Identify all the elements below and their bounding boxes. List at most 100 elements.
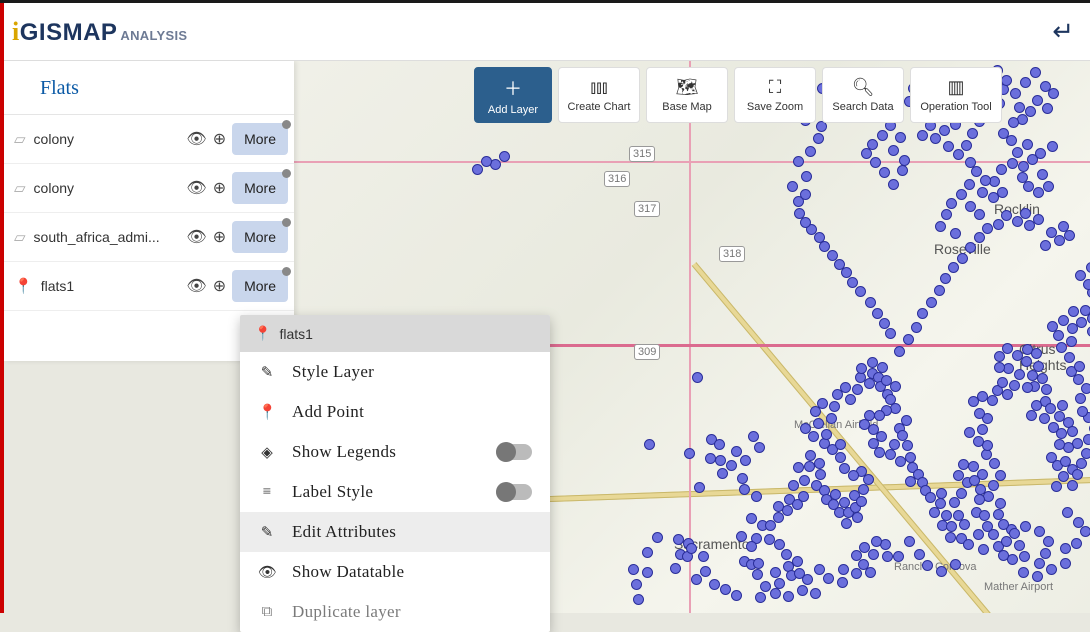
map-point[interactable]: [902, 440, 913, 451]
map-point[interactable]: [1014, 369, 1025, 380]
map-point[interactable]: [800, 423, 811, 434]
more-button[interactable]: More: [232, 270, 288, 302]
map-point[interactable]: [956, 488, 967, 499]
map-point[interactable]: [967, 128, 978, 139]
map-point[interactable]: [1067, 426, 1078, 437]
map-point[interactable]: [752, 569, 763, 580]
map-point[interactable]: [751, 491, 762, 502]
map-point[interactable]: [1086, 262, 1090, 273]
map-point[interactable]: [989, 458, 1000, 469]
map-point[interactable]: [1022, 382, 1033, 393]
map-point[interactable]: [1051, 481, 1062, 492]
map-point[interactable]: [694, 482, 705, 493]
map-point[interactable]: [1075, 393, 1086, 404]
map-point[interactable]: [1023, 181, 1034, 192]
layer-row[interactable]: ▱ colony 👁 ⊕ More: [4, 164, 294, 213]
map-point[interactable]: [774, 539, 785, 550]
map-point[interactable]: [481, 156, 492, 167]
map-point[interactable]: [865, 297, 876, 308]
map-point[interactable]: [877, 130, 888, 141]
back-icon[interactable]: ↵: [1052, 16, 1074, 47]
map-point[interactable]: [950, 228, 961, 239]
map-point[interactable]: [829, 401, 840, 412]
visibility-icon[interactable]: 👁: [186, 227, 206, 247]
map-point[interactable]: [814, 458, 825, 469]
map-point[interactable]: [1035, 148, 1046, 159]
map-point[interactable]: [1062, 507, 1073, 518]
map-point[interactable]: [1009, 380, 1020, 391]
map-point[interactable]: [1022, 139, 1033, 150]
map-point[interactable]: [841, 518, 852, 529]
map-point[interactable]: [739, 484, 750, 495]
map-point[interactable]: [692, 372, 703, 383]
more-button[interactable]: More: [232, 221, 288, 253]
map-point[interactable]: [917, 130, 928, 141]
map-point[interactable]: [801, 171, 812, 182]
map-point[interactable]: [1012, 147, 1023, 158]
map-point[interactable]: [835, 452, 846, 463]
map-point[interactable]: [964, 179, 975, 190]
map-point[interactable]: [720, 584, 731, 595]
map-point[interactable]: [1040, 240, 1051, 251]
map-point[interactable]: [1002, 389, 1013, 400]
map-point[interactable]: [1066, 336, 1077, 347]
map-point[interactable]: [934, 285, 945, 296]
base-map-button[interactable]: 🗺 Base Map: [646, 67, 728, 123]
map-point[interactable]: [871, 536, 882, 547]
more-button[interactable]: More: [232, 172, 288, 204]
map-point[interactable]: [895, 132, 906, 143]
map-point[interactable]: [1043, 181, 1054, 192]
map-point[interactable]: [930, 133, 941, 144]
map-point[interactable]: [847, 277, 858, 288]
map-point[interactable]: [1034, 526, 1045, 537]
map-point[interactable]: [897, 165, 908, 176]
map-point[interactable]: [793, 156, 804, 167]
map-point[interactable]: [815, 469, 826, 480]
map-point[interactable]: [973, 436, 984, 447]
map-point[interactable]: [709, 579, 720, 590]
map-point[interactable]: [855, 286, 866, 297]
map-point[interactable]: [974, 408, 985, 419]
map-point[interactable]: [929, 507, 940, 518]
map-point[interactable]: [1033, 187, 1044, 198]
map-point[interactable]: [1021, 356, 1032, 367]
map-point[interactable]: [748, 431, 759, 442]
map-point[interactable]: [1043, 536, 1054, 547]
layer-row[interactable]: 📍 flats1 👁 ⊕ More: [4, 262, 294, 311]
map-point[interactable]: [973, 529, 984, 540]
map-point[interactable]: [926, 297, 937, 308]
map-point[interactable]: [499, 151, 510, 162]
map-point[interactable]: [979, 510, 990, 521]
map-point[interactable]: [652, 532, 663, 543]
map-point[interactable]: [821, 429, 832, 440]
map-point[interactable]: [1001, 210, 1012, 221]
map-point[interactable]: [888, 145, 899, 156]
map-point[interactable]: [1040, 548, 1051, 559]
map-point[interactable]: [835, 439, 846, 450]
map-point[interactable]: [997, 377, 1008, 388]
map-point[interactable]: [731, 590, 742, 601]
map-point[interactable]: [995, 470, 1006, 481]
map-point[interactable]: [686, 543, 697, 554]
map-point[interactable]: [726, 460, 737, 471]
map-point[interactable]: [1032, 571, 1043, 582]
map-point[interactable]: [946, 198, 957, 209]
map-point[interactable]: [1014, 102, 1025, 113]
map-point[interactable]: [963, 539, 974, 550]
map-point[interactable]: [1047, 321, 1058, 332]
map-point[interactable]: [753, 558, 764, 569]
map-point[interactable]: [810, 588, 821, 599]
map-point[interactable]: [1081, 448, 1090, 459]
map-point[interactable]: [1075, 270, 1086, 281]
map-point[interactable]: [1037, 169, 1048, 180]
label-toggle[interactable]: [496, 484, 532, 500]
map-point[interactable]: [894, 346, 905, 357]
map-point[interactable]: [953, 470, 964, 481]
map-point[interactable]: [746, 541, 757, 552]
create-chart-button[interactable]: ⫾⫾⫾ Create Chart: [558, 67, 640, 123]
map-point[interactable]: [874, 410, 885, 421]
map-point[interactable]: [1020, 521, 1031, 532]
map-point[interactable]: [700, 566, 711, 577]
map-point[interactable]: [1076, 458, 1087, 469]
save-zoom-button[interactable]: ⛶ Save Zoom: [734, 67, 816, 123]
